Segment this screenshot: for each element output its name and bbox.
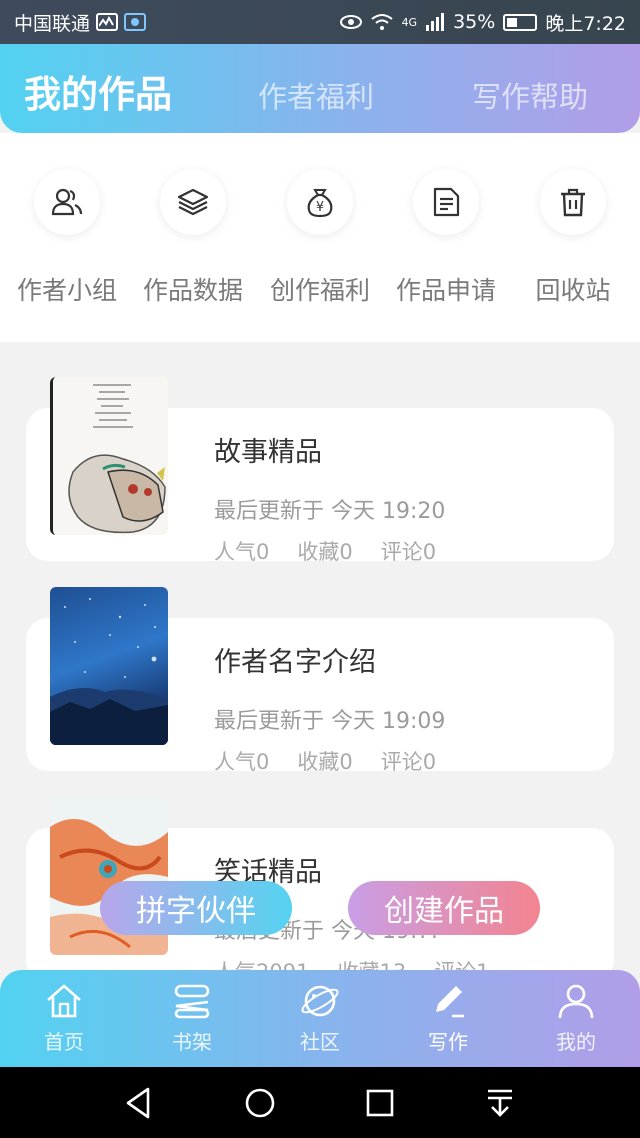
quick-actions: 作者小组 作品数据 ¥ 创作福利 作品申请 回收站 [0,133,640,342]
work-updated: 最后更新于 今天 19:20 [214,499,446,524]
create-work-button[interactable]: 创建作品 [348,881,540,935]
nav-write[interactable]: 写作 [384,982,512,1055]
app-notification-icon [124,13,147,31]
clock: 晚上7:22 [545,12,626,35]
eye-icon [339,15,362,29]
work-title: 故事精品 [214,437,322,468]
nav-community[interactable]: 社区 [256,982,384,1055]
home-circle-icon[interactable] [240,1085,280,1121]
svg-text:¥: ¥ [316,200,324,215]
money-bag-icon: ¥ [287,169,353,235]
activity-icon [96,13,119,31]
tab-author-welfare[interactable]: 作者福利 [258,74,374,116]
action-works-application[interactable]: 作品申请 [383,169,509,307]
favorites-count: 收藏0 [297,750,353,774]
action-label: 作者小组 [16,276,117,305]
action-works-data[interactable]: 作品数据 [130,169,256,307]
bookshelf-icon [174,984,210,1019]
favorites-count: 收藏13 [337,956,406,970]
carrier-label: 中国联通 [14,12,91,35]
work-updated: 最后更新于 今天 19:09 [214,709,446,734]
starry-sky-cover[interactable] [50,587,168,745]
trash-icon [540,169,606,235]
popularity-count: 人气2091 [214,956,309,970]
nav-label: 首页 [44,1030,84,1054]
wifi-icon [370,14,393,30]
action-label: 创作福利 [269,276,370,305]
nav-home[interactable]: 首页 [0,982,128,1055]
system-nav-bar [0,1067,640,1138]
pen-icon [436,986,464,1018]
nav-label: 社区 [300,1030,340,1054]
popularity-count: 人气0 [214,750,270,774]
group-icon [34,169,100,235]
home-icon [47,984,81,1018]
signal-label: 4G [401,15,418,29]
work-title: 作者名字介绍 [214,647,376,678]
document-icon [413,169,479,235]
bottom-nav: 首页 书架 社区 写作 我的 [0,970,640,1067]
recent-apps-icon[interactable] [360,1085,400,1121]
layers-icon [160,169,226,235]
action-creation-welfare[interactable]: ¥ 创作福利 [257,169,383,307]
nav-label: 写作 [428,1030,468,1054]
nav-label: 书架 [172,1030,212,1054]
comments-count: 评论1 [434,956,489,970]
work-stats: 人气2091 收藏13 评论1 [214,956,490,970]
action-recycle-bin[interactable]: 回收站 [510,169,636,307]
work-stats: 人气0 收藏0 评论0 [214,536,436,566]
battery-icon [503,13,538,31]
notification-pull-icon[interactable] [480,1085,520,1121]
tab-my-works[interactable]: 我的作品 [24,64,172,118]
nav-mine[interactable]: 我的 [512,982,640,1055]
tab-writing-help[interactable]: 写作帮助 [472,74,588,116]
action-label: 作品数据 [142,276,243,305]
favorites-count: 收藏0 [297,540,353,564]
action-label: 回收站 [535,276,611,305]
popularity-count: 人气0 [214,540,270,564]
battery-percent: 35% [453,11,496,33]
top-tab-bar: 我的作品 作者福利 写作帮助 [0,44,640,133]
signal-icon [426,13,445,31]
action-author-group[interactable]: 作者小组 [4,169,130,307]
illustration-cover[interactable] [50,377,168,535]
partner-button[interactable]: 拼字伙伴 [100,881,292,935]
comments-count: 评论0 [380,540,437,564]
back-icon[interactable] [120,1085,160,1121]
planet-icon [301,985,339,1017]
works-list: 故事精品 最后更新于 今天 19:20 人气0 收藏0 评论0 作者名字介绍 最… [0,342,640,970]
user-icon [558,984,594,1019]
status-bar: 中国联通 4G 35% 晚上7:22 [0,0,640,44]
work-stats: 人气0 收藏0 评论0 [214,746,436,776]
nav-bookshelf[interactable]: 书架 [128,982,256,1055]
comments-count: 评论0 [380,750,437,774]
action-label: 作品申请 [395,276,496,305]
nav-label: 我的 [556,1030,596,1054]
